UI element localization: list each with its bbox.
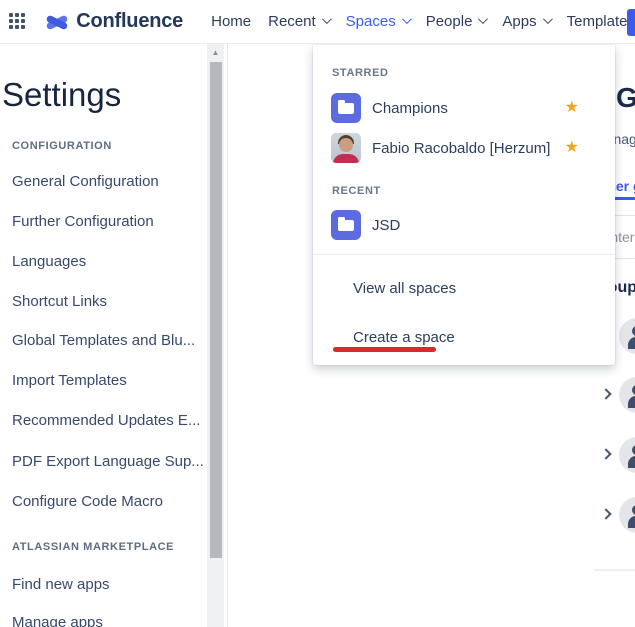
create-a-space-label: Create a space xyxy=(353,328,455,346)
space-name: JSD xyxy=(372,216,401,234)
app-window: Confluence Home Recent Spaces People App… xyxy=(0,0,635,627)
nav-recent[interactable]: Recent xyxy=(268,13,332,30)
nav-apps-label: Apps xyxy=(502,13,537,30)
recent-section-label: RECENT xyxy=(332,185,381,197)
nav-apps[interactable]: Apps xyxy=(502,13,553,30)
space-folder-icon xyxy=(331,93,361,123)
app-switcher-icon[interactable] xyxy=(9,12,25,31)
sidebar-scrollbar-thumb[interactable] xyxy=(209,62,222,558)
star-icon[interactable]: ★ xyxy=(565,140,579,156)
expand-chevron-icon[interactable] xyxy=(600,448,612,460)
chevron-down-icon xyxy=(542,13,553,24)
group-avatar xyxy=(619,377,635,413)
sidebar-item-recommended-updates[interactable]: Recommended Updates E... xyxy=(12,412,200,429)
space-item-jsd[interactable]: JSD xyxy=(331,209,597,241)
sidebar-item-configure-code-macro[interactable]: Configure Code Macro xyxy=(12,493,163,510)
nav-templates[interactable]: Templates xyxy=(567,13,635,30)
annotation-underline xyxy=(333,347,436,352)
scrollbar-up-arrow-icon[interactable]: ▲ xyxy=(207,46,224,60)
star-icon[interactable]: ★ xyxy=(565,100,579,116)
nav-recent-label: Recent xyxy=(268,13,316,30)
group-row[interactable] xyxy=(594,377,635,413)
nav-home[interactable]: Home xyxy=(211,13,251,30)
sidebar-item-further-configuration[interactable]: Further Configuration xyxy=(12,213,154,230)
spaces-dropdown-menu: STARRED Champions ★ Fabio Racobaldo [Her… xyxy=(313,45,615,365)
chevron-down-icon xyxy=(401,13,412,24)
starred-section-label: STARRED xyxy=(332,67,389,79)
sidebar-item-manage-apps[interactable]: Manage apps xyxy=(12,614,103,627)
top-navbar: Confluence Home Recent Spaces People App… xyxy=(0,0,635,44)
chevron-down-icon xyxy=(478,13,489,24)
primary-nav: Home Recent Spaces People Apps Templates xyxy=(211,13,635,30)
space-name: Fabio Racobaldo [Herzum] xyxy=(372,139,551,157)
space-item-champions[interactable]: Champions ★ xyxy=(331,92,597,124)
space-item-fabio-racobaldo[interactable]: Fabio Racobaldo [Herzum] ★ xyxy=(331,132,597,164)
group-avatar xyxy=(619,497,635,533)
menu-divider xyxy=(313,254,615,255)
section-label-atlassian-marketplace: ATLASSIAN MARKETPLACE xyxy=(12,541,175,553)
group-avatar xyxy=(619,437,635,473)
view-all-spaces-item[interactable]: View all spaces xyxy=(313,268,615,308)
nav-spaces[interactable]: Spaces xyxy=(345,13,412,30)
nav-home-label: Home xyxy=(211,13,252,30)
group-row[interactable] xyxy=(594,497,635,533)
nav-templates-label: Templates xyxy=(566,13,635,30)
nav-spaces-label: Spaces xyxy=(345,13,396,30)
product-name: Confluence xyxy=(76,10,184,32)
nav-people-label: People xyxy=(425,13,473,30)
chevron-down-icon xyxy=(321,13,332,24)
nav-people[interactable]: People xyxy=(425,13,489,30)
group-row[interactable] xyxy=(594,437,635,473)
sidebar-item-general-configuration[interactable]: General Configuration xyxy=(12,173,159,190)
expand-chevron-icon[interactable] xyxy=(600,508,612,520)
list-divider xyxy=(594,569,635,571)
space-folder-icon xyxy=(331,210,361,240)
section-label-configuration: CONFIGURATION xyxy=(12,140,112,152)
sidebar-item-pdf-export-language[interactable]: PDF Export Language Sup... xyxy=(12,453,204,470)
sidebar-item-languages[interactable]: Languages xyxy=(12,253,86,270)
user-photo-avatar xyxy=(331,133,361,163)
settings-sidebar: Settings CONFIGURATION General Configura… xyxy=(0,44,227,627)
confluence-home-link[interactable]: Confluence xyxy=(45,10,183,33)
sidebar-content-divider xyxy=(227,44,228,627)
group-avatar xyxy=(619,318,635,354)
expand-chevron-icon[interactable] xyxy=(600,388,612,400)
groups-page-heading: Groups xyxy=(616,82,635,113)
sidebar-item-global-templates[interactable]: Global Templates and Blu... xyxy=(12,332,195,349)
page-title: Settings xyxy=(2,76,122,113)
sidebar-item-shortcut-links[interactable]: Shortcut Links xyxy=(12,293,107,310)
sidebar-item-find-new-apps[interactable]: Find new apps xyxy=(12,576,110,593)
create-button[interactable] xyxy=(627,9,635,36)
view-all-spaces-label: View all spaces xyxy=(353,279,457,297)
confluence-logo-icon xyxy=(45,11,69,33)
space-name: Champions xyxy=(372,99,448,117)
sidebar-item-import-templates[interactable]: Import Templates xyxy=(12,372,127,389)
